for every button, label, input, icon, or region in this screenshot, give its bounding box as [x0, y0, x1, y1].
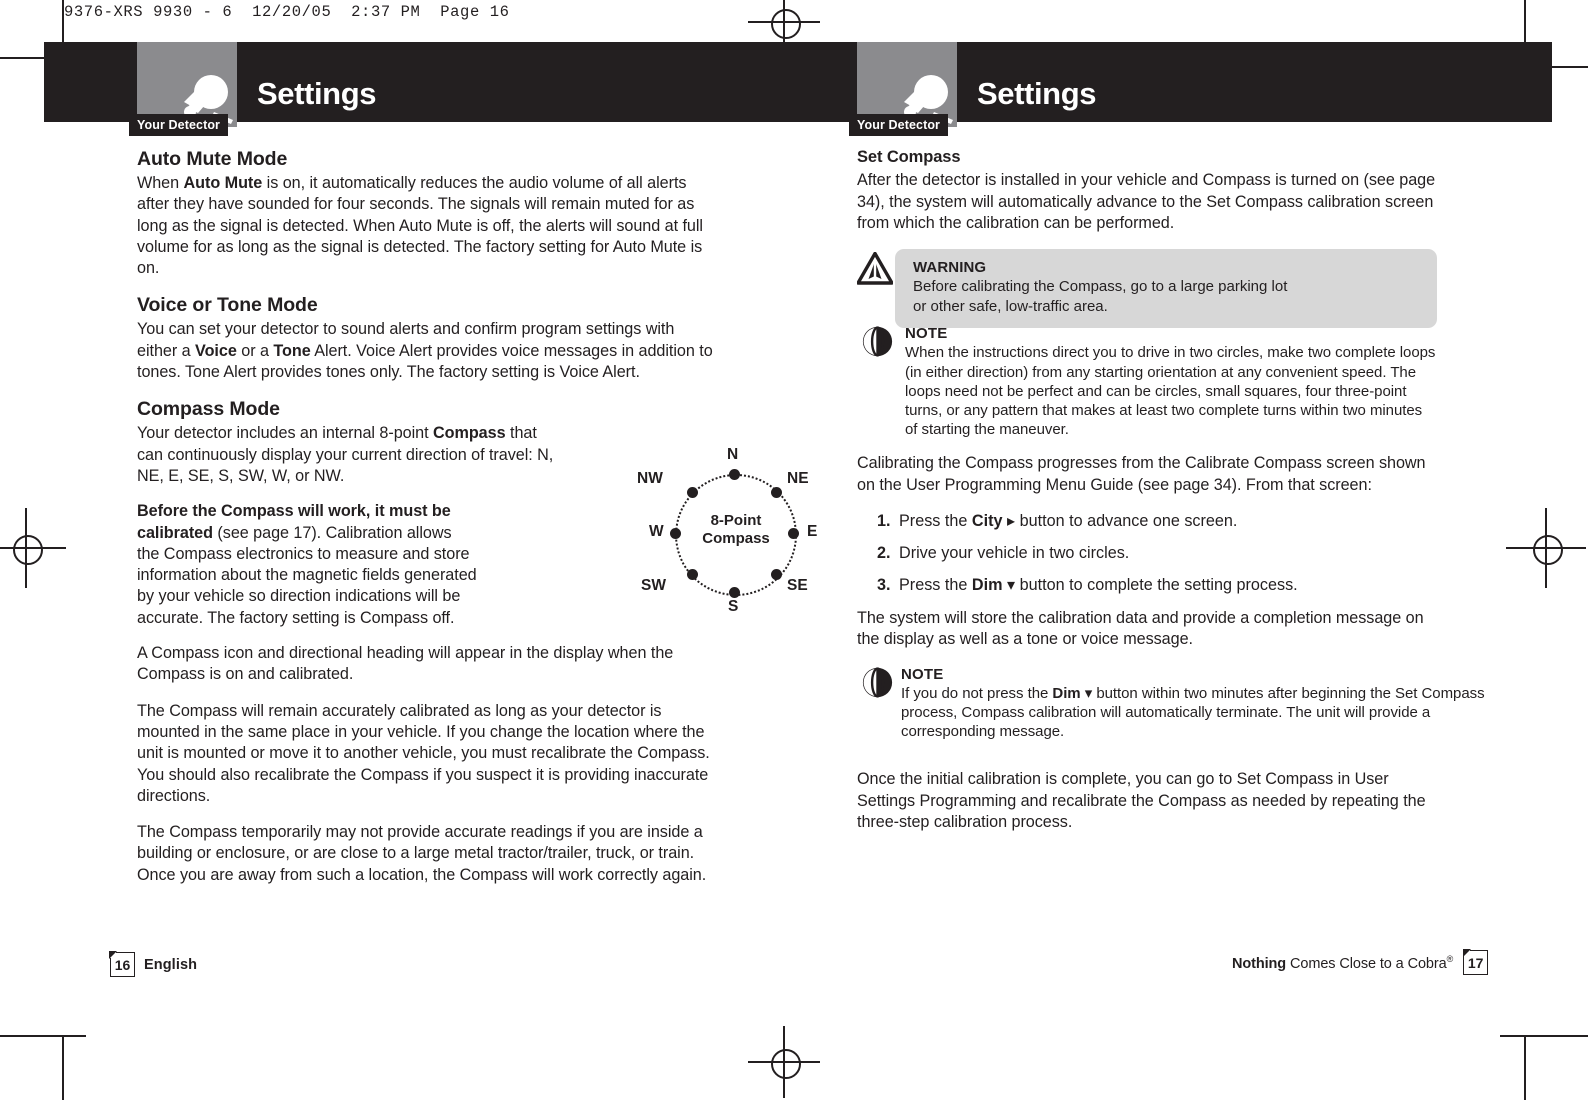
note-icon — [862, 667, 893, 698]
paragraph-after-steps: The system will store the calibration da… — [857, 609, 1424, 649]
heading-set-compass: Set Compass — [857, 148, 961, 166]
heading-voice-or-tone-mode: Voice or Tone Mode — [137, 294, 318, 317]
heading-auto-mute-mode: Auto Mute Mode — [137, 148, 288, 170]
compass-center-line1: 8-Point — [710, 512, 762, 529]
note-text-1: When the instructions direct you to driv… — [905, 344, 1436, 439]
paragraph-compass-remain: The Compass will remain accurately calib… — [137, 701, 710, 805]
compass-dot-nw — [687, 487, 698, 498]
registration-mark-right — [1506, 508, 1586, 588]
note-title-2: NOTE — [901, 665, 944, 683]
heading-compass-mode: Compass Mode — [137, 398, 280, 421]
page-number-left: 16 — [114, 956, 131, 973]
step-number-1: 1. — [877, 511, 891, 530]
step-text-3: Press the Dim ▾ button to complete the s… — [899, 576, 1298, 595]
registration-mark-bottom-center — [748, 1026, 820, 1098]
paragraph-compass-temporary: The Compass temporarily may not provide … — [137, 823, 707, 884]
page-number-chip-right: 17 — [1462, 949, 1489, 975]
header-badge-right: Your Detector — [849, 114, 949, 136]
paragraph-calibrating-intro: Calibrating the Compass progresses from … — [857, 454, 1426, 494]
crop-line-bottom-right-horizontal — [1500, 1035, 1588, 1037]
page-number-chip-left: 16 — [109, 951, 135, 977]
note-block-1: NOTE When the instructions direct you to… — [857, 325, 1437, 439]
compass-label-se: SE — [787, 577, 808, 594]
compass-dot-n — [729, 469, 740, 480]
compass-label-s: S — [728, 598, 739, 615]
header-left: Your Detector Settings — [129, 42, 757, 136]
step-2: 2. Drive your vehicle in two circles. — [857, 543, 1437, 564]
paragraph-voice-tone: You can set your detector to sound alert… — [137, 320, 713, 382]
compass-diagram: N NE E SE S SW W NW 8-Point Compass — [637, 446, 817, 615]
paragraph-closing: Once the initial calibration is complete… — [857, 770, 1426, 831]
step-text-2: Drive your vehicle in two circles. — [899, 543, 1130, 562]
note-text-2: If you do not press the Dim ▾ button wit… — [901, 684, 1485, 741]
printer-slug-line: 9376-XRS 9930 - 6 12/20/05 2:37 PM Page … — [64, 3, 510, 21]
calibration-steps: 1. Press the City ▸ button to advance on… — [857, 511, 1437, 596]
warning-callout: WARNING Before calibrating the Compass, … — [857, 249, 1437, 328]
page-number-right: 17 — [1467, 954, 1484, 971]
compass-label-nw: NW — [637, 470, 663, 487]
compass-label-ne: NE — [787, 470, 809, 487]
paragraph-compass-icon: A Compass icon and directional heading w… — [137, 644, 674, 684]
tagline-bold: Nothing — [1232, 955, 1287, 972]
note-icon — [862, 326, 893, 357]
page-title-right: Settings — [977, 76, 1097, 111]
warning-box: WARNING Before calibrating the Compass, … — [895, 249, 1437, 328]
footer-language: English — [144, 956, 198, 973]
compass-label-e: E — [807, 523, 818, 540]
warning-title: WARNING — [913, 259, 987, 277]
compass-dot-sw — [687, 569, 698, 580]
left-page-content: Auto Mute Mode When Auto Mute is on, it … — [137, 148, 817, 901]
compass-dot-se — [771, 569, 782, 580]
compass-label-w: W — [649, 523, 664, 540]
compass-label-sw: SW — [641, 577, 666, 594]
compass-center-label: 8-Point Compass — [675, 512, 797, 548]
step-1: 1. Press the City ▸ button to advance on… — [857, 511, 1437, 532]
footer-left: 16 English — [109, 951, 198, 977]
step-text-1: Press the City ▸ button to advance one s… — [899, 511, 1238, 530]
crop-line-bottom-left-horizontal — [0, 1035, 86, 1037]
header-badge-left: Your Detector — [129, 114, 229, 136]
note-title-1: NOTE — [905, 325, 948, 343]
header-right: Your Detector Settings — [849, 42, 1477, 136]
step-number-2: 2. — [877, 543, 891, 562]
footer-right: Nothing Comes Close to a Cobra® 17 — [1232, 949, 1489, 975]
warning-text: Before calibrating the Compass, go to a … — [913, 278, 1288, 315]
compass-center-line2: Compass — [702, 530, 770, 547]
manual-page-spread: 9376-XRS 9930 - 6 12/20/05 2:37 PM Page … — [0, 0, 1588, 1100]
step-number-3: 3. — [877, 576, 891, 595]
compass-label-n: N — [727, 446, 739, 463]
tagline-registered-mark: ® — [1446, 953, 1454, 964]
paragraph-auto-mute: When Auto Mute is on, it automatically r… — [137, 174, 703, 278]
tagline-rest: Comes Close to a Cobra — [1290, 955, 1447, 972]
registration-mark-left — [0, 508, 66, 588]
crop-line-bottom-left-vertical — [62, 1035, 64, 1100]
compass-figure: N NE E SE S SW W NW 8-Point Compass — [637, 446, 842, 633]
right-page-content: Set Compass After the detector is instal… — [857, 148, 1485, 848]
page-title-left: Settings — [257, 76, 377, 111]
paragraph-set-compass-intro: After the detector is installed in your … — [857, 171, 1436, 233]
warning-triangle-icon — [857, 252, 893, 286]
footer-tagline: Nothing Comes Close to a Cobra® — [1232, 954, 1453, 972]
crop-line-bottom-right-vertical — [1524, 1035, 1526, 1100]
paragraph-compass-intro: Your detector includes an internal 8-poi… — [137, 424, 554, 485]
paragraph-compass-calibrated: Before the Compass will work, it must be… — [137, 502, 477, 627]
step-3: 3. Press the Dim ▾ button to complete th… — [857, 575, 1437, 596]
note-block-2: NOTE If you do not press the Dim ▾ butto… — [857, 665, 1485, 742]
compass-dot-ne — [771, 487, 782, 498]
compass-dot-s — [729, 587, 740, 598]
